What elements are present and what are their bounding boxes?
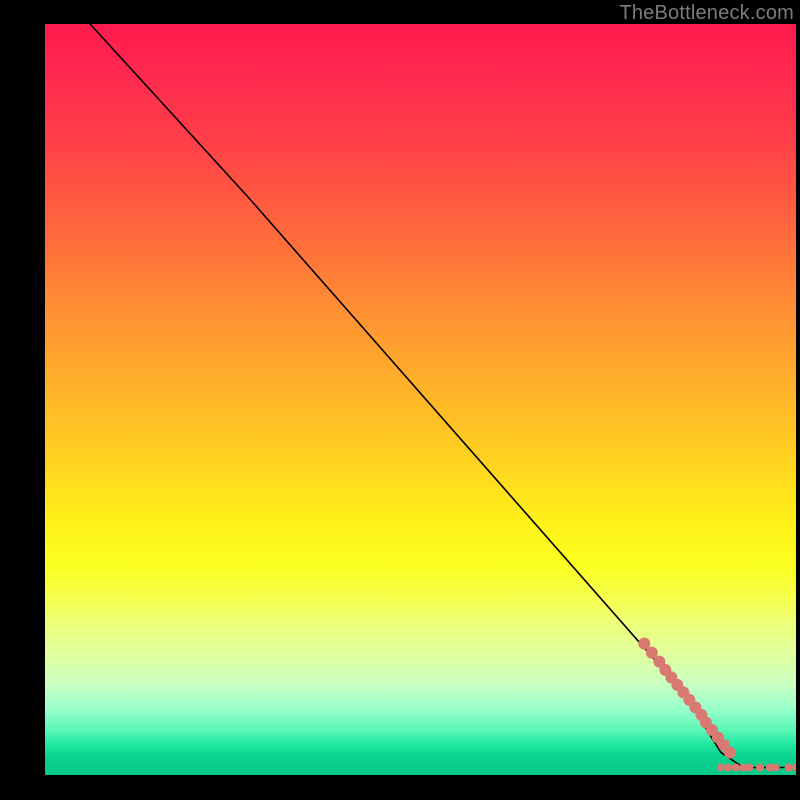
scatter-point (772, 763, 780, 771)
scatter-point (745, 763, 753, 771)
scatter-point (784, 763, 792, 771)
scatter-points-large (638, 638, 736, 759)
watermark-text: TheBottleneck.com (619, 2, 794, 25)
chart-overlay (45, 24, 796, 775)
scatter-point (717, 763, 725, 771)
scatter-point (724, 746, 736, 758)
chart-frame: TheBottleneck.com (0, 0, 800, 800)
data-line (90, 24, 796, 767)
scatter-point (724, 763, 732, 771)
scatter-point (792, 763, 796, 771)
plot-area (45, 24, 796, 775)
scatter-point (732, 763, 740, 771)
scatter-point (756, 763, 764, 771)
